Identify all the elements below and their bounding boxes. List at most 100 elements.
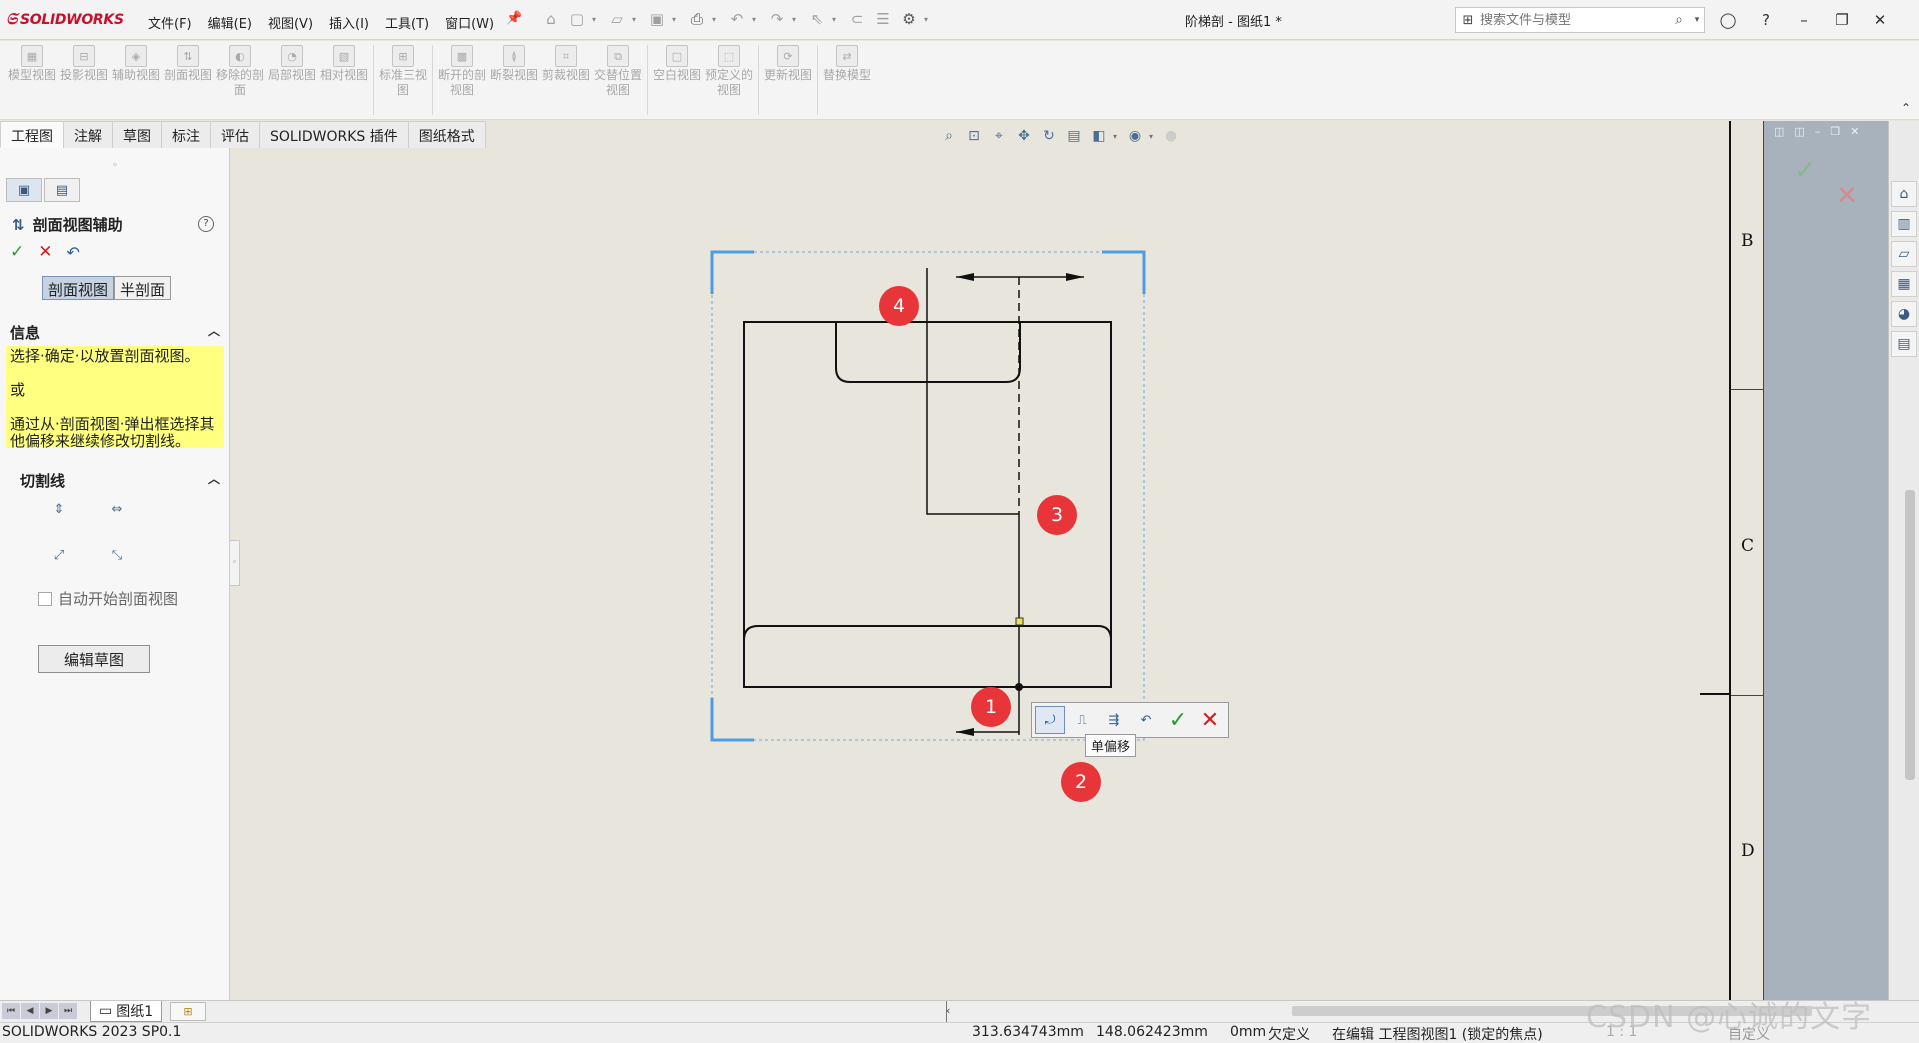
corner-cancel-icon[interactable]: ✕ xyxy=(1836,181,1858,211)
grip-icon[interactable]: ◦ xyxy=(112,160,118,171)
restore-icon[interactable]: ❐ xyxy=(1830,125,1840,138)
zoom-to-fit-icon[interactable]: ⌕ xyxy=(938,125,960,147)
display-style-icon[interactable]: ▤ xyxy=(1063,125,1085,147)
checkbox[interactable] xyxy=(38,591,52,606)
cut-grip-handle[interactable] xyxy=(1015,617,1024,626)
replace-model-button[interactable]: ⇄ 替换模型 xyxy=(821,45,873,115)
view-orientation-icon[interactable]: ◧ xyxy=(1088,125,1110,147)
cancel-icon[interactable]: ✕ xyxy=(1195,706,1225,734)
horizontal-scrollbar[interactable]: ‹ xyxy=(946,1004,1904,1019)
minimize-icon[interactable]: – xyxy=(1791,8,1817,32)
menu-window[interactable]: 窗口(W) xyxy=(437,11,502,34)
half-section-toggle[interactable]: 半剖面 xyxy=(114,276,172,300)
scene-icon[interactable]: ● xyxy=(1160,125,1182,147)
minimize-icon[interactable]: – xyxy=(1815,125,1821,138)
search-scope-icon[interactable]: ⊞ xyxy=(1456,13,1480,28)
undo-icon[interactable]: ↶ xyxy=(67,243,80,262)
break-view-button[interactable]: ≬ 断裂视图 xyxy=(488,45,540,115)
prev-sheet-icon[interactable]: ◀ xyxy=(21,1003,39,1019)
auxiliary-view-button[interactable]: ◈ 辅助视图 xyxy=(110,45,162,115)
pin-icon[interactable]: 📌 xyxy=(506,11,522,34)
open-icon[interactable]: ▱ xyxy=(606,8,628,30)
alternate-position-view-button[interactable]: ⧉ 交替位置视图 xyxy=(592,45,644,115)
tab-sheet-format[interactable]: 图纸格式 xyxy=(407,121,486,148)
tab-addins[interactable]: SOLIDWORKS 插件 xyxy=(259,121,409,148)
chevron-down-icon[interactable]: ▾ xyxy=(924,15,934,24)
restore-icon[interactable]: ❐ xyxy=(1829,8,1855,32)
feature-manager-tab-icon[interactable]: ▣ xyxy=(6,178,42,202)
tab-annotation[interactable]: 注解 xyxy=(63,121,113,148)
gear-icon[interactable]: ⚙ xyxy=(898,8,920,30)
chevron-down-icon[interactable]: ▾ xyxy=(632,15,642,24)
info-group-header[interactable]: 信息 ︿ xyxy=(0,320,230,342)
cutline-group-header[interactable]: 切割线 ︿ xyxy=(0,468,230,490)
help-icon[interactable]: ? xyxy=(198,216,214,232)
redo-icon[interactable]: ↷ xyxy=(766,8,788,30)
menu-view[interactable]: 视图(V) xyxy=(260,11,321,34)
standard-3-view-button[interactable]: ⊞ 标准三视图 xyxy=(377,45,429,115)
chevron-down-icon[interactable]: ▾ xyxy=(792,15,802,24)
chevron-down-icon[interactable]: ▾ xyxy=(1690,15,1704,25)
search-input[interactable] xyxy=(1480,12,1668,28)
attach-icon[interactable]: ⊂ xyxy=(846,8,868,30)
corner-ok-icon[interactable]: ✓ xyxy=(1794,156,1816,186)
relative-view-button[interactable]: ▧ 相对视图 xyxy=(318,45,370,115)
tab-markup[interactable]: 标注 xyxy=(161,121,211,148)
unit-system[interactable]: 自定义 xyxy=(1728,1024,1770,1043)
chevron-down-icon[interactable]: ▾ xyxy=(1113,132,1121,141)
pan-icon[interactable]: ✥ xyxy=(1013,125,1035,147)
predefined-view-button[interactable]: ⬚ 预定义的视图 xyxy=(703,45,755,115)
cutting-line-step[interactable] xyxy=(926,268,1019,515)
detail-view-button[interactable]: ◔ 局部视图 xyxy=(266,45,318,115)
tab-sketch[interactable]: 草图 xyxy=(112,121,162,148)
chevron-up-icon[interactable]: ⌃ xyxy=(1901,101,1911,115)
hide-show-icon[interactable]: ◉ xyxy=(1124,125,1146,147)
edit-sketch-button[interactable]: 编辑草图 xyxy=(38,645,150,673)
folder-icon[interactable]: ▱ xyxy=(1891,241,1917,267)
vertical-cutline-icon[interactable]: ⇕ xyxy=(42,494,76,524)
save-icon[interactable]: ▣ xyxy=(646,8,668,30)
property-manager-tab-icon[interactable]: ▤ xyxy=(44,178,80,202)
menu-insert[interactable]: 插入(I) xyxy=(321,11,377,34)
home-icon[interactable]: ⌂ xyxy=(540,8,562,30)
undo-icon[interactable]: ↶ xyxy=(1131,706,1161,734)
single-offset-icon[interactable]: ⎍ xyxy=(1067,706,1097,734)
chevron-down-icon[interactable]: ▾ xyxy=(592,15,602,24)
top-pocket-edge[interactable] xyxy=(835,322,1021,383)
chevron-up-icon[interactable]: ︿ xyxy=(208,322,220,339)
chevron-up-icon[interactable]: ︿ xyxy=(208,470,220,487)
arc-offset-icon[interactable]: ⤾ xyxy=(1035,706,1065,734)
solidworks-logo[interactable]: 𝔖 SOLIDWORKS xyxy=(6,9,124,29)
file-properties-icon[interactable]: ☰ xyxy=(872,8,894,30)
panel-splitter[interactable]: ◦ xyxy=(230,540,240,586)
select-icon[interactable]: ⇖ xyxy=(806,8,828,30)
section-view-toggle[interactable]: 剖面视图 xyxy=(42,276,115,300)
broken-out-section-button[interactable]: ▩ 断开的剖视图 xyxy=(436,45,488,115)
pane-right-icon[interactable]: ◫ xyxy=(1794,125,1804,138)
model-view-button[interactable]: ▦ 模型视图 xyxy=(6,45,58,115)
bottom-slot-edge[interactable] xyxy=(743,625,1112,641)
last-sheet-icon[interactable]: ⏭ xyxy=(59,1003,77,1019)
pane-left-icon[interactable]: ◫ xyxy=(1774,125,1784,138)
auxiliary-cutline-icon[interactable]: ⤡ xyxy=(100,540,134,570)
ok-icon[interactable]: ✓ xyxy=(10,242,24,262)
print-icon[interactable]: ⎙ xyxy=(686,8,708,30)
chevron-down-icon[interactable]: ▾ xyxy=(752,15,762,24)
removed-section-button[interactable]: ◐ 移除的剖面 xyxy=(214,45,266,115)
tab-evaluate[interactable]: 评估 xyxy=(210,121,260,148)
chevron-down-icon[interactable]: ▾ xyxy=(832,15,842,24)
menu-edit[interactable]: 编辑(E) xyxy=(200,11,260,34)
scroll-left-icon[interactable]: ‹ xyxy=(946,1004,950,1017)
update-view-button[interactable]: ⟳ 更新视图 xyxy=(762,45,814,115)
rotate-icon[interactable]: ↻ xyxy=(1038,125,1060,147)
crop-view-button[interactable]: ⌗ 剪裁视图 xyxy=(540,45,592,115)
aligned-cutline-icon[interactable]: ⤢ xyxy=(42,540,76,570)
appearance-icon[interactable]: ◕ xyxy=(1891,301,1917,327)
chevron-down-icon[interactable]: ▾ xyxy=(712,15,722,24)
undo-icon[interactable]: ↶ xyxy=(726,8,748,30)
confirm-icon[interactable]: ✓ xyxy=(1163,706,1193,734)
search-icon[interactable]: ⌕ xyxy=(1668,12,1690,28)
sheet-scale[interactable]: 1 : 1 xyxy=(1606,1024,1637,1040)
tab-drawing[interactable]: 工程图 xyxy=(0,121,64,148)
close-icon[interactable]: ✕ xyxy=(1850,125,1859,138)
